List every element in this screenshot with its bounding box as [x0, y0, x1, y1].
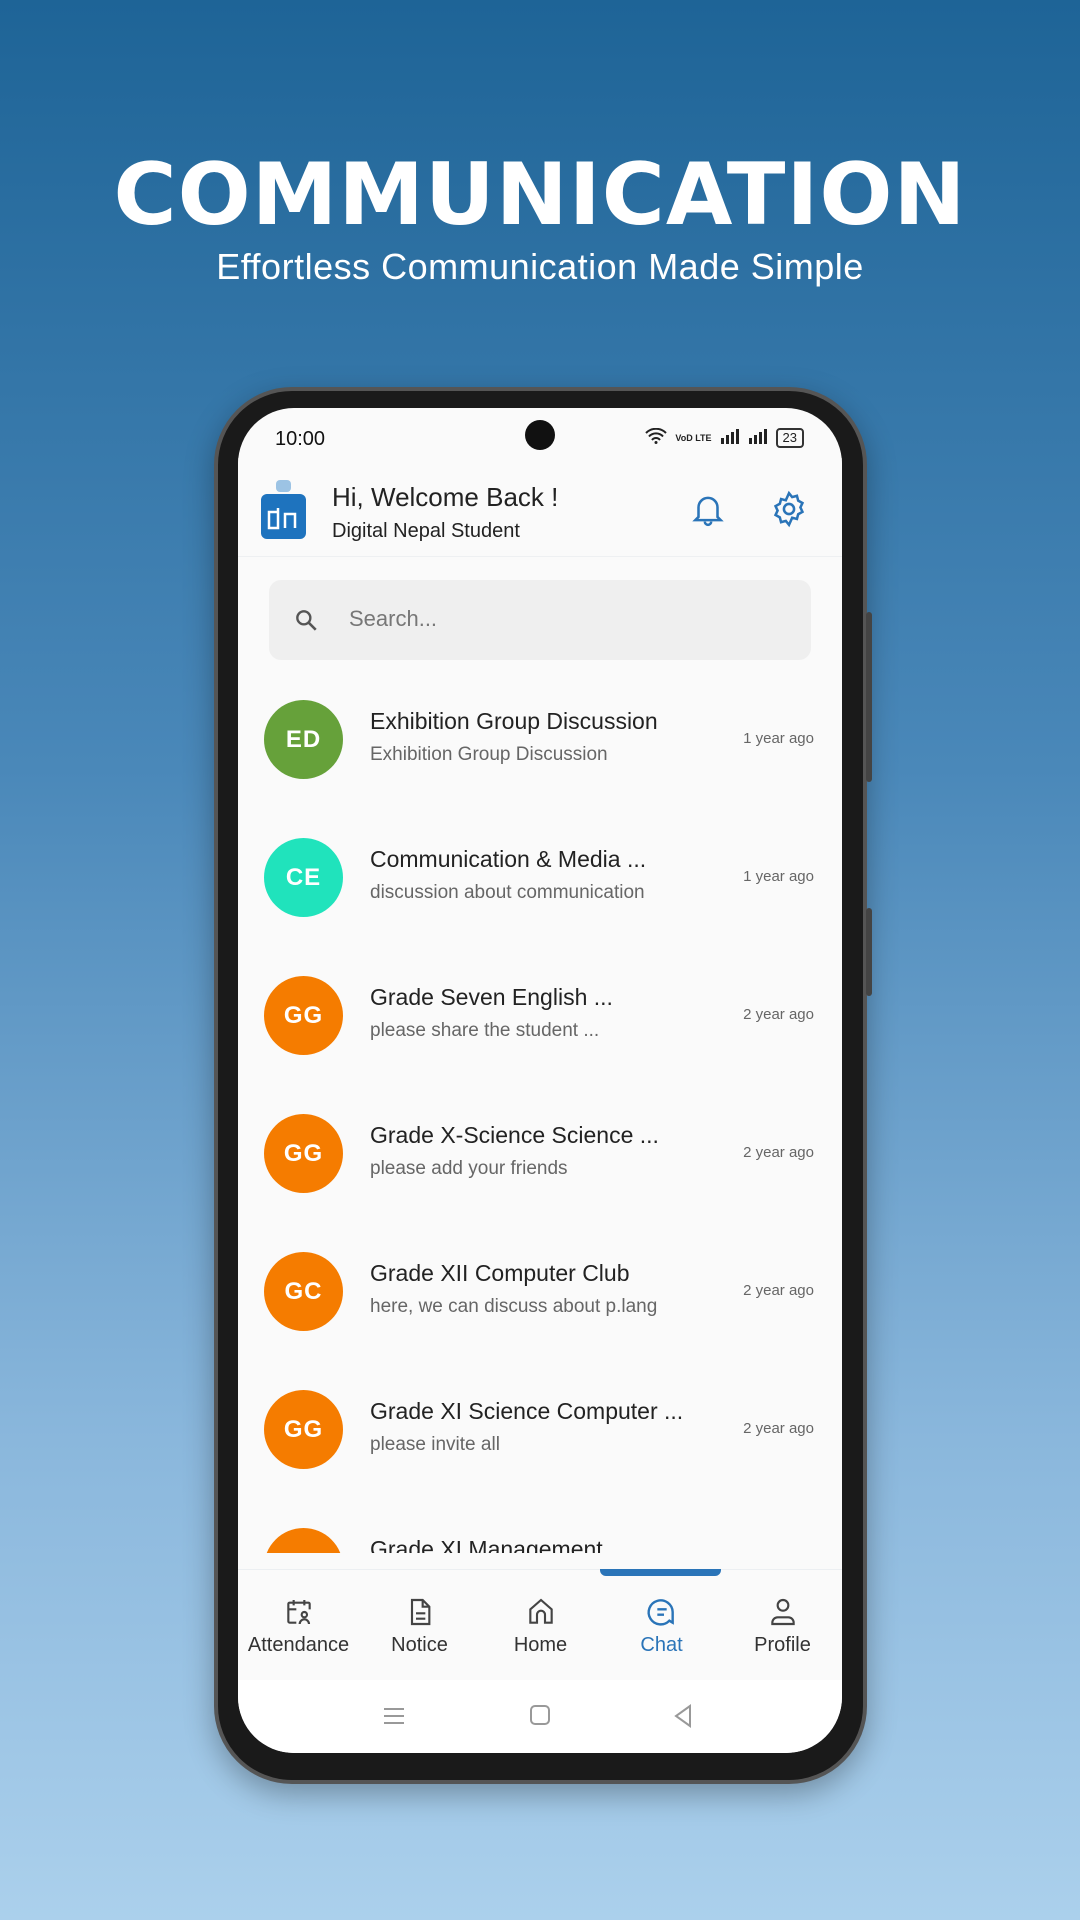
- tab-label: Notice: [391, 1634, 448, 1656]
- chat-last-message: discussion about communication: [370, 882, 645, 903]
- document-icon: [410, 1598, 431, 1626]
- wifi-icon: [645, 427, 668, 448]
- bottom-nav: Attendance Notice Home Chat Profile: [238, 1569, 842, 1680]
- chat-list-item[interactable]: CE Communication & Media ... discussion …: [238, 798, 842, 936]
- network-label: VoD LTE: [675, 432, 712, 443]
- avatar: [264, 1528, 343, 1553]
- tab-label: Chat: [640, 1634, 683, 1656]
- avatar: ED: [264, 700, 343, 779]
- search-placeholder: Search...: [349, 606, 438, 631]
- power-button: [866, 612, 872, 782]
- tab-label: Profile: [754, 1634, 811, 1656]
- app-header: Hi, Welcome Back ! Digital Nepal Student: [238, 458, 842, 557]
- home-button-icon[interactable]: [529, 1704, 551, 1726]
- tab-label: Home: [513, 1634, 568, 1656]
- chat-title: Grade XI Management: [370, 1536, 603, 1553]
- chat-title: Exhibition Group Discussion: [370, 708, 658, 734]
- chat-title: Grade Seven English ...: [370, 984, 613, 1010]
- status-time: 10:00: [275, 428, 326, 450]
- volume-button: [866, 908, 872, 996]
- hero-title: COMMUNICATION: [113, 145, 967, 245]
- hero-subtitle: Effortless Communication Made Simple: [216, 246, 864, 287]
- chat-time: 2 year ago: [743, 1282, 814, 1299]
- avatar: CE: [264, 838, 343, 917]
- signal-icon: [720, 428, 740, 448]
- chat-title: Grade X-Science Science ...: [370, 1122, 659, 1148]
- avatar: GG: [264, 1390, 343, 1469]
- tab-home[interactable]: Home: [480, 1570, 601, 1681]
- avatar: GG: [264, 1114, 343, 1193]
- signal-icon: [748, 428, 768, 448]
- chat-last-message: please share the student ...: [370, 1020, 600, 1041]
- chat-time: 1 year ago: [743, 868, 814, 885]
- avatar: GC: [264, 1252, 343, 1331]
- chat-list[interactable]: ED Exhibition Group Discussion Exhibitio…: [238, 660, 842, 1553]
- tab-attendance[interactable]: Attendance: [238, 1570, 359, 1681]
- chat-title: Grade XII Computer Club: [370, 1260, 630, 1286]
- phone-screen: 10:00 VoD LTE 23 Hi, Welcome Back ! Digi…: [238, 408, 842, 1753]
- chat-last-message: please add your friends: [370, 1158, 568, 1179]
- chat-title: Communication & Media ...: [370, 846, 647, 872]
- chat-list-item[interactable]: GG Grade X-Science Science ... please ad…: [238, 1074, 842, 1212]
- battery-icon: 23: [775, 428, 804, 448]
- welcome-title: Hi, Welcome Back !: [332, 482, 559, 512]
- tab-chat[interactable]: Chat: [601, 1570, 722, 1681]
- search-input[interactable]: Search...: [269, 580, 811, 660]
- chat-last-message: Exhibition Group Discussion: [370, 744, 608, 765]
- chat-list-item[interactable]: GG Grade Seven English ... please share …: [238, 936, 842, 1074]
- chat-time: 1 year ago: [743, 730, 814, 747]
- chat-time: 2 year ago: [743, 1420, 814, 1437]
- menu-icon[interactable]: [382, 1704, 406, 1728]
- chat-last-message: here, we can discuss about p.lang: [370, 1296, 658, 1317]
- chat-list-item[interactable]: GC Grade XII Computer Club here, we can …: [238, 1212, 842, 1350]
- app-logo: [261, 480, 306, 539]
- gear-icon[interactable]: [770, 490, 808, 528]
- chat-list-item[interactable]: GG Grade XI Science Computer ... please …: [238, 1350, 842, 1488]
- home-icon: [529, 1598, 553, 1624]
- camera-cutout: [525, 420, 555, 450]
- avatar: GG: [264, 976, 343, 1055]
- chat-last-message: please invite all: [370, 1434, 500, 1455]
- back-icon[interactable]: [672, 1704, 694, 1728]
- calendar-user-icon: [287, 1600, 311, 1625]
- tab-label: Attendance: [247, 1634, 350, 1656]
- chat-list-item[interactable]: Grade XI Management: [238, 1488, 842, 1553]
- chat-icon: [647, 1599, 674, 1626]
- chat-list-item[interactable]: ED Exhibition Group Discussion Exhibitio…: [238, 660, 842, 798]
- tab-profile[interactable]: Profile: [722, 1570, 842, 1681]
- user-icon: [771, 1598, 795, 1626]
- search-icon: [296, 610, 317, 631]
- bell-icon[interactable]: [689, 490, 727, 528]
- chat-title: Grade XI Science Computer ...: [370, 1398, 684, 1424]
- chat-time: 2 year ago: [743, 1144, 814, 1161]
- system-nav-bar: [238, 1680, 842, 1753]
- tab-notice[interactable]: Notice: [359, 1570, 480, 1681]
- chat-time: 2 year ago: [743, 1006, 814, 1023]
- status-icons: VoD LTE 23: [645, 427, 804, 448]
- user-role: Digital Nepal Student: [332, 520, 520, 542]
